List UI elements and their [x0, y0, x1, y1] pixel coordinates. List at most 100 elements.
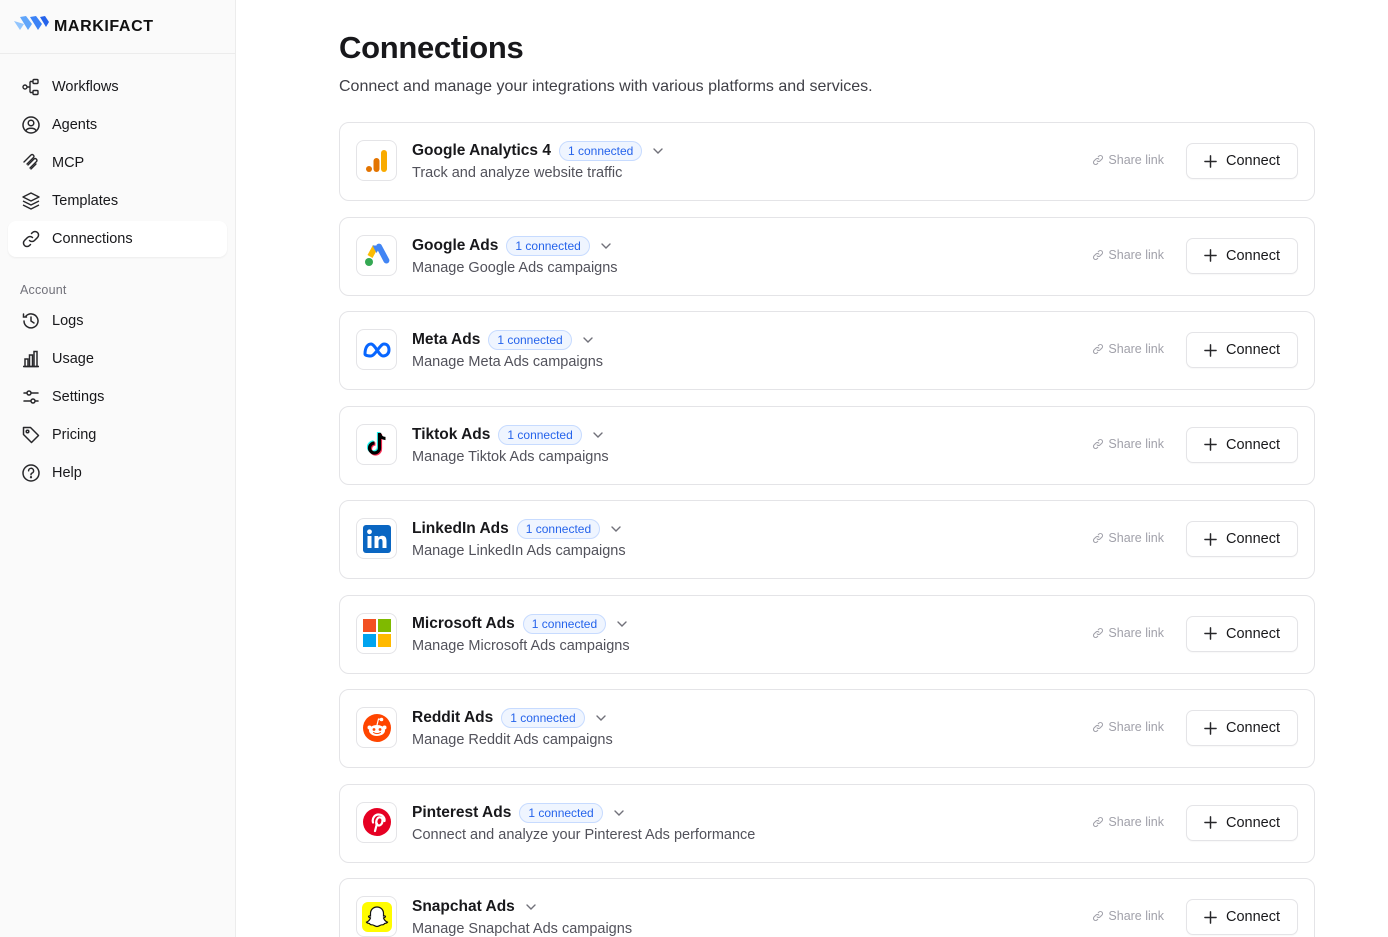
sidebar-item-label: Logs	[52, 313, 84, 329]
connection-name: Meta Ads	[412, 331, 481, 348]
share-link[interactable]: Share link	[1092, 720, 1164, 734]
sidebar-item-label: Settings	[52, 389, 105, 405]
google-ads-logo	[356, 234, 397, 276]
agent-icon	[20, 114, 42, 136]
connected-badge: 1 connected	[519, 802, 603, 823]
chevron-down-icon[interactable]	[592, 429, 604, 441]
meta-logo	[356, 329, 397, 370]
connection-name: Google Analytics 4	[412, 142, 551, 159]
sidebar-item-connections[interactable]: Connections	[8, 221, 227, 257]
chevron-down-icon[interactable]	[582, 334, 594, 346]
share-link-label: Share link	[1108, 531, 1164, 545]
share-link[interactable]: Share link	[1092, 248, 1164, 262]
history-icon	[20, 310, 42, 332]
connection-description: Manage Snapchat Ads campaigns	[412, 921, 633, 937]
sidebar-item-agents[interactable]: Agents	[8, 107, 227, 143]
connection-description: Manage Reddit Ads campaigns	[412, 732, 613, 748]
chevron-down-icon[interactable]	[616, 618, 628, 630]
google-analytics-logo	[356, 140, 397, 181]
sidebar-item-label: Agents	[52, 117, 98, 133]
sidebar-item-label: Pricing	[52, 427, 97, 443]
share-link-label: Share link	[1108, 814, 1164, 829]
brand[interactable]: MARKIFACT	[0, 0, 235, 54]
main-nav: Workflows Agents MCP Templates Connectio…	[0, 54, 235, 491]
chevron-down-icon[interactable]	[652, 145, 664, 157]
connection-card-microsoft-ads: Microsoft Ads 1 connected Manage Microso…	[339, 594, 1315, 674]
chevron-down-icon[interactable]	[613, 807, 625, 819]
sidebar-item-mcp[interactable]: MCP	[8, 145, 227, 181]
connection-info: Meta Ads 1 connected Manage Meta Ads cam…	[412, 329, 603, 370]
share-link-label: Share link	[1108, 153, 1164, 167]
share-link-label: Share link	[1108, 247, 1164, 262]
connection-name: Tiktok Ads	[412, 425, 491, 443]
workflow-icon	[20, 76, 42, 98]
link-icon	[1093, 438, 1104, 449]
connect-button[interactable]: Connect	[1186, 332, 1298, 368]
connection-description: Manage Google Ads campaigns	[412, 259, 618, 276]
brand-name: MARKIFACT	[54, 17, 154, 35]
share-link-label: Share link	[1108, 720, 1164, 734]
share-link[interactable]: Share link	[1092, 531, 1164, 545]
connect-button[interactable]: Connect	[1186, 237, 1298, 274]
sidebar-item-settings[interactable]: Settings	[8, 379, 227, 415]
sidebar-item-label: Usage	[52, 351, 94, 367]
sliders-icon	[20, 386, 42, 408]
microsoft-logo	[356, 612, 397, 654]
connection-info: LinkedIn Ads 1 connected Manage LinkedIn…	[412, 518, 626, 559]
connection-info: Pinterest Ads 1 connected Connect and an…	[412, 802, 755, 843]
share-link[interactable]: Share link	[1092, 153, 1164, 167]
connect-button[interactable]: Connect	[1186, 615, 1298, 652]
sidebar-item-templates[interactable]: Templates	[8, 183, 227, 219]
link-icon	[1093, 911, 1104, 921]
connections-list: Google Analytics 4 1 connected Track and…	[339, 122, 1315, 937]
page-description: Connect and manage your integrations wit…	[339, 78, 873, 95]
connection-card-linkedin-ads: LinkedIn Ads 1 connected Manage LinkedIn…	[339, 500, 1315, 579]
chevron-down-icon[interactable]	[595, 712, 607, 724]
plus-icon	[1204, 154, 1217, 168]
chevron-down-icon[interactable]	[525, 901, 537, 913]
connect-label: Connect	[1225, 153, 1280, 169]
connection-card-google-analytics: Google Analytics 4 1 connected Track and…	[339, 122, 1315, 201]
sidebar-item-workflows[interactable]: Workflows	[8, 69, 227, 105]
share-link[interactable]: Share link	[1092, 342, 1164, 356]
connect-button[interactable]: Connect	[1186, 899, 1298, 935]
markifact-logo-icon	[12, 15, 50, 38]
connect-button[interactable]: Connect	[1186, 426, 1298, 463]
connect-label: Connect	[1225, 342, 1280, 358]
share-link[interactable]: Share link	[1092, 909, 1164, 923]
connection-description: Manage LinkedIn Ads campaigns	[412, 543, 626, 559]
link-icon	[1093, 722, 1104, 732]
share-link[interactable]: Share link	[1092, 437, 1164, 451]
chevron-down-icon[interactable]	[610, 523, 622, 535]
connected-badge: 1 connected	[516, 519, 601, 539]
sidebar-item-pricing[interactable]: Pricing	[8, 417, 227, 453]
connect-label: Connect	[1225, 436, 1280, 453]
connect-button[interactable]: Connect	[1186, 521, 1298, 557]
share-link[interactable]: Share link	[1092, 815, 1164, 829]
connected-badge: 1 connected	[498, 424, 582, 445]
connection-card-google-ads: Google Ads 1 connected Manage Google Ads…	[339, 216, 1315, 296]
sidebar-item-help[interactable]: Help	[8, 455, 227, 491]
connect-button[interactable]: Connect	[1186, 143, 1298, 179]
chevron-down-icon[interactable]	[600, 240, 612, 252]
connected-badge: 1 connected	[501, 708, 585, 728]
sidebar-item-usage[interactable]: Usage	[8, 341, 227, 377]
connection-card-snapchat-ads: Snapchat Ads Manage Snapchat Ads campaig…	[339, 878, 1315, 937]
snapchat-logo	[356, 896, 397, 937]
connect-label: Connect	[1225, 625, 1280, 642]
plus-icon	[1204, 721, 1217, 735]
connect-button[interactable]: Connect	[1186, 804, 1298, 841]
plus-icon	[1204, 438, 1217, 451]
connect-label: Connect	[1225, 531, 1280, 547]
page-title: Connections	[339, 30, 524, 65]
connect-button[interactable]: Connect	[1186, 710, 1298, 746]
plus-icon	[1204, 343, 1217, 357]
sidebar-item-logs[interactable]: Logs	[8, 303, 227, 339]
connection-info: Reddit Ads 1 connected Manage Reddit Ads…	[412, 707, 613, 748]
link-icon	[1093, 344, 1104, 354]
bar-chart-icon	[20, 348, 42, 370]
share-link[interactable]: Share link	[1092, 626, 1164, 640]
plus-icon	[1204, 910, 1217, 924]
sidebar: MARKIFACT Workflows Agents MCP Templates…	[0, 0, 236, 937]
plus-icon	[1204, 532, 1217, 546]
